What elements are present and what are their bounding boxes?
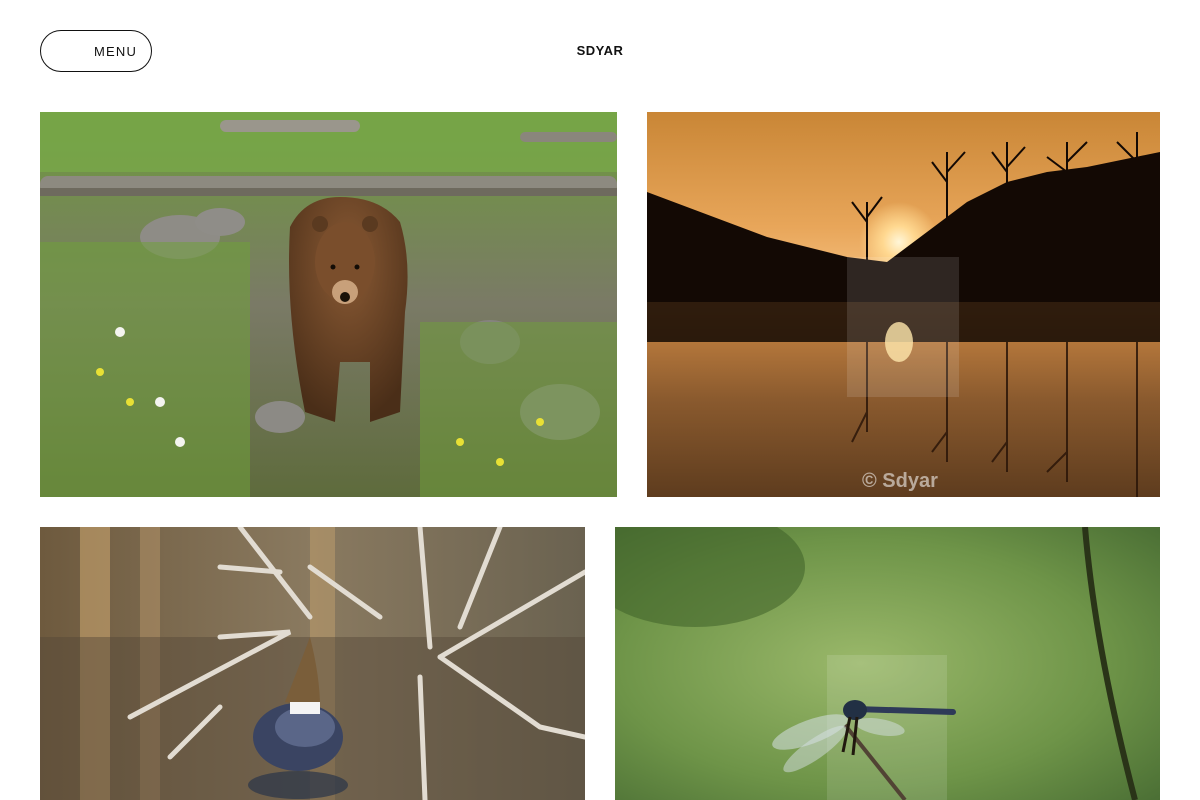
duck-photo-image	[40, 527, 585, 800]
photo-tile-sunset[interactable]: © Sdyar	[647, 112, 1160, 497]
bear-photo-image	[40, 112, 617, 497]
photo-tile-bear[interactable]	[40, 112, 617, 497]
sunset-photo-image: © Sdyar	[647, 112, 1160, 497]
svg-text:© Sdyar: © Sdyar	[862, 470, 938, 492]
site-header: MENU SDYAR	[0, 0, 1200, 100]
dragonfly-photo-image	[615, 527, 1160, 800]
site-title[interactable]: SDYAR	[0, 43, 1200, 58]
photo-tile-dragonfly[interactable]	[615, 527, 1160, 800]
photo-tile-duck[interactable]	[40, 527, 585, 800]
